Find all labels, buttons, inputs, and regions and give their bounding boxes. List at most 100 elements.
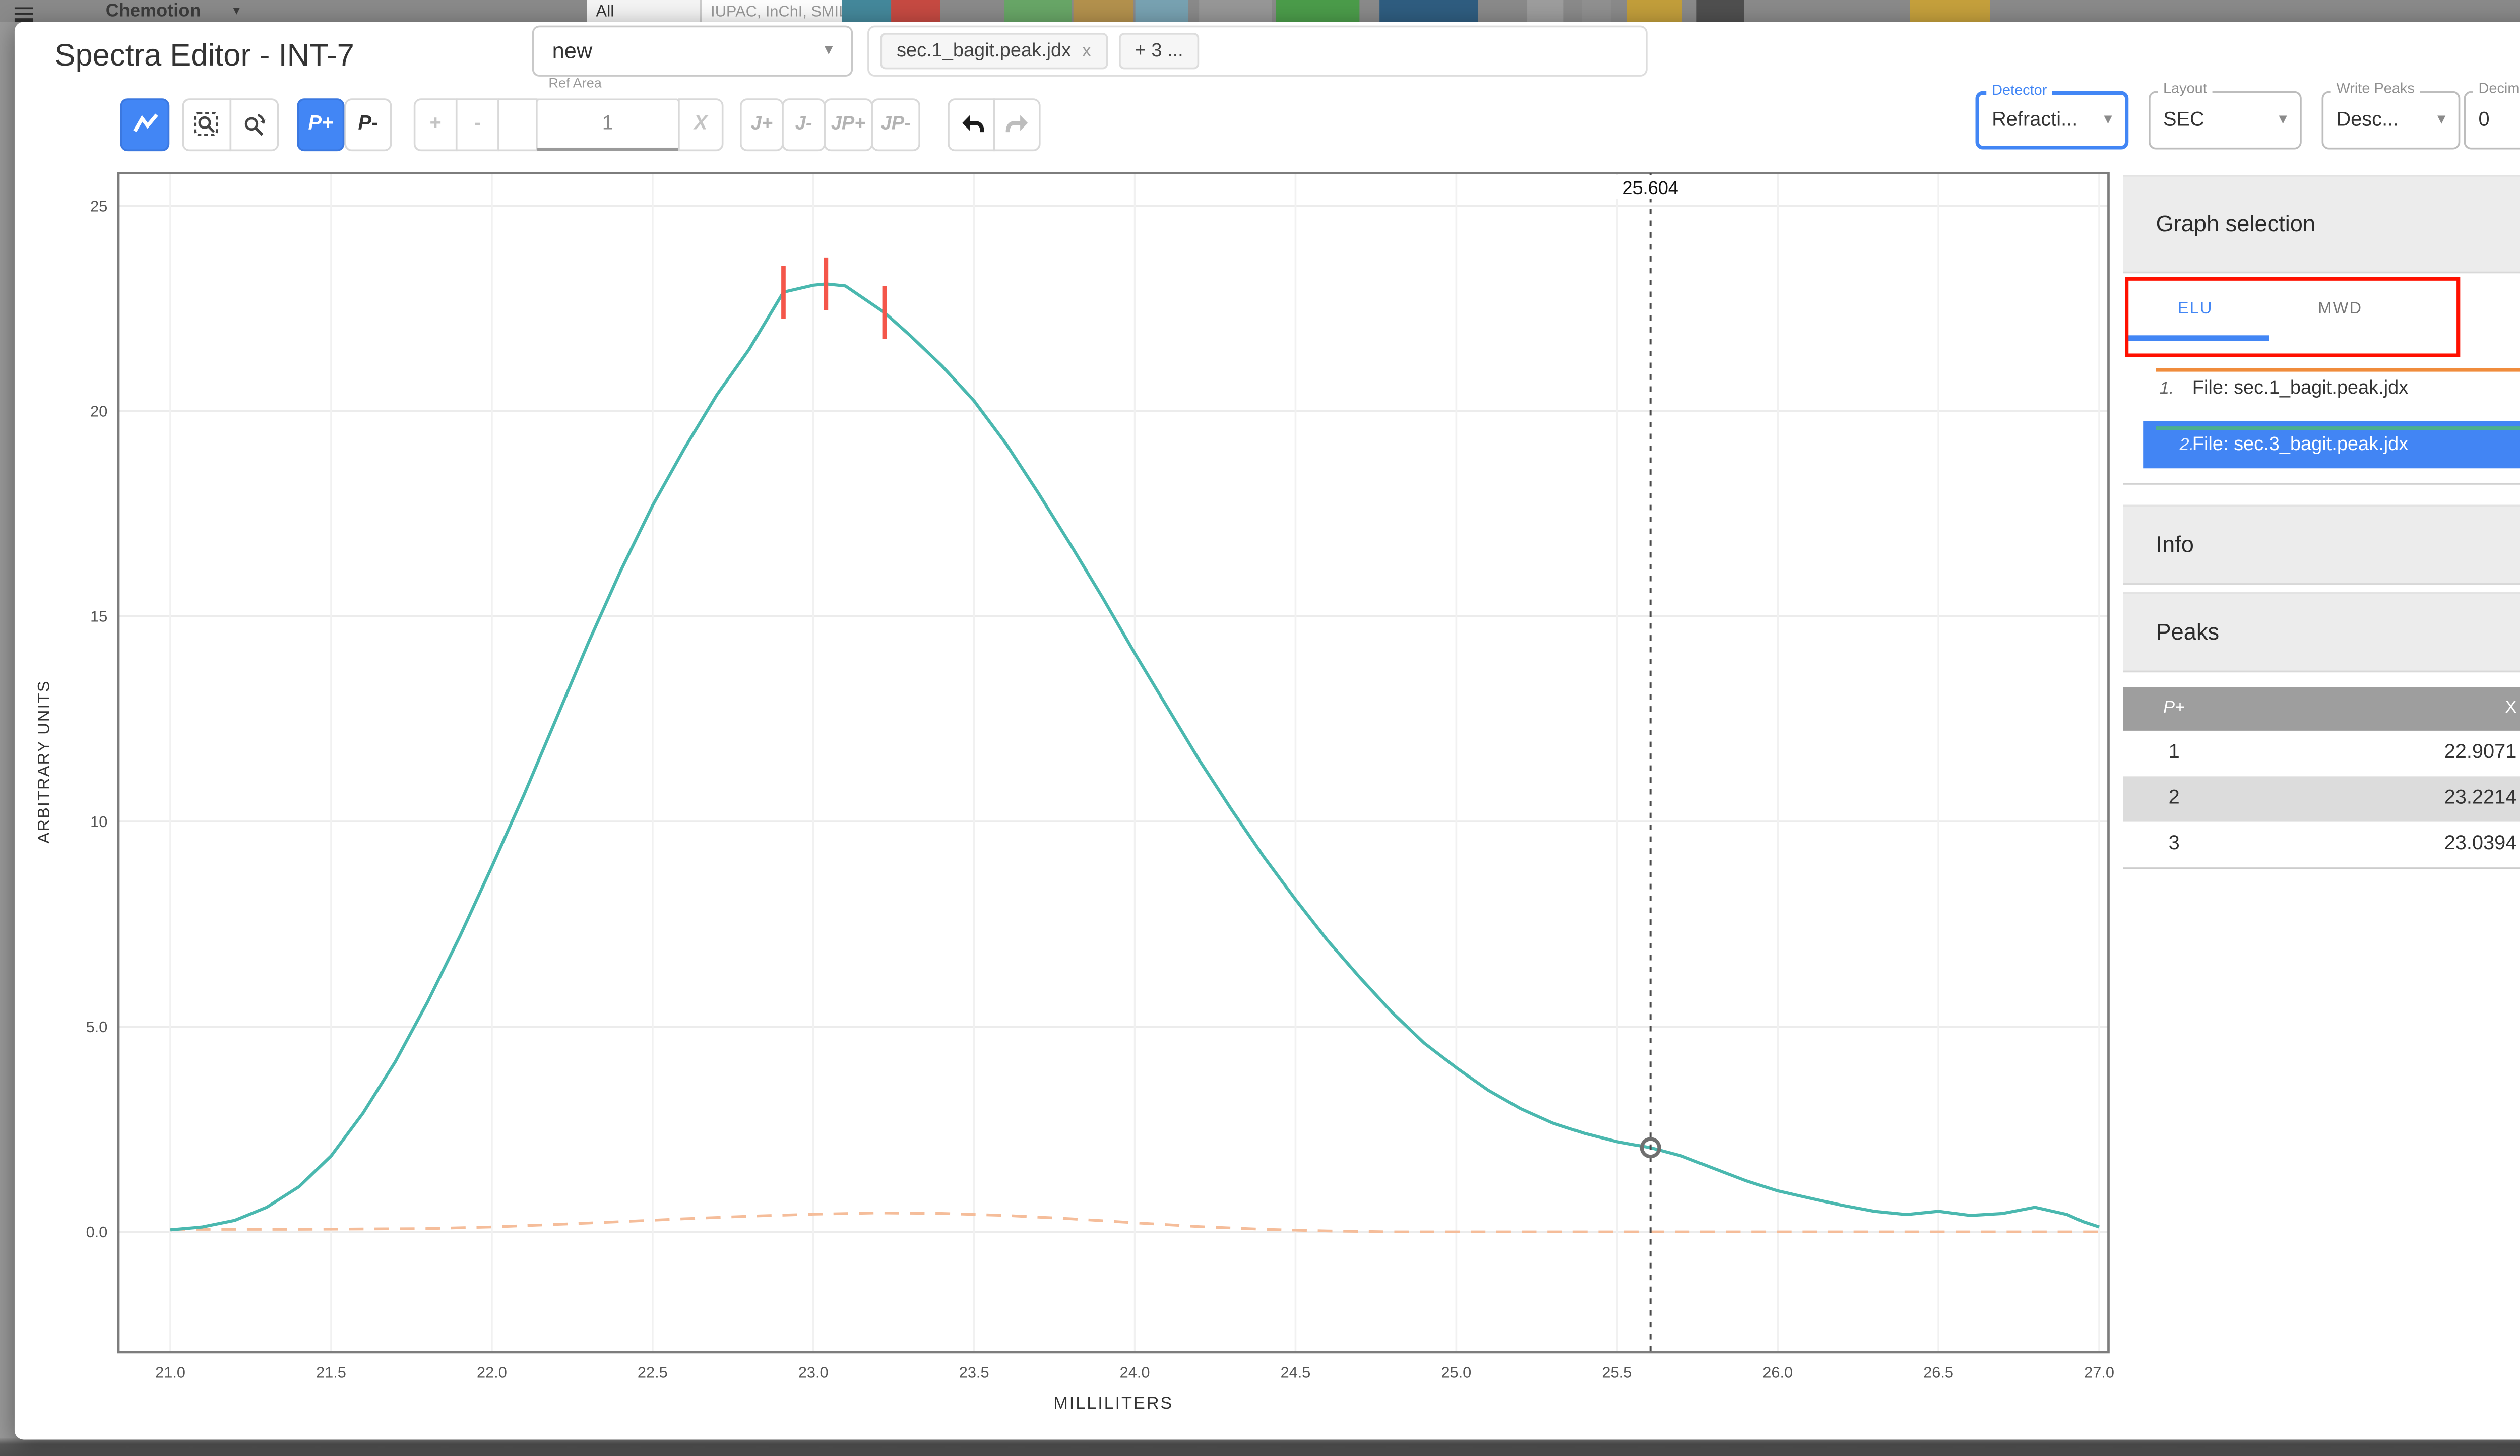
annotation-highlight <box>2125 276 2461 356</box>
chevron-down-icon: ▾ <box>233 5 240 19</box>
jp-remove-button[interactable]: JP- <box>871 97 920 151</box>
background-toolbar-button[interactable] <box>1582 0 1611 22</box>
svg-text:10: 10 <box>90 812 107 830</box>
svg-text:21.0: 21.0 <box>155 1363 185 1380</box>
zoom-area-icon <box>194 111 218 135</box>
chevron-down-icon: ▾ <box>2279 109 2287 128</box>
peaks-table-header: P+ X Y - <box>2123 686 2520 730</box>
integration-remove-button[interactable]: - <box>455 97 499 151</box>
svg-text:22.5: 22.5 <box>638 1363 668 1380</box>
decimal-select[interactable]: Decimal0▾ <box>2464 79 2520 149</box>
layout-select[interactable]: Layout SEC ▾ <box>2149 79 2302 149</box>
svg-text:0.0: 0.0 <box>86 1222 108 1240</box>
column-header-index: P+ <box>2163 698 2185 718</box>
redo-icon <box>1004 115 1027 133</box>
preset-select-value: new <box>552 37 593 63</box>
background-footer-bar <box>0 1437 2520 1456</box>
svg-text:25.5: 25.5 <box>1602 1363 1632 1380</box>
file-label: File: sec.1_bagit.peak.jdx <box>2192 377 2409 399</box>
background-toolbar-button[interactable] <box>1276 0 1360 22</box>
svg-text:23.0: 23.0 <box>798 1363 829 1380</box>
file-chip-label: + 3 ... <box>1135 39 1183 61</box>
info-header[interactable]: Info <box>2123 503 2520 584</box>
series-color-line <box>2156 425 2520 430</box>
detector-select[interactable]: Detector Refracti... ▾ <box>1975 81 2129 149</box>
svg-text:24.0: 24.0 <box>1120 1363 1150 1380</box>
layout-select-value: SEC <box>2163 108 2204 131</box>
remove-chip-icon[interactable]: x <box>1082 41 1091 61</box>
file-chip[interactable]: + 3 ... <box>1118 32 1200 69</box>
peak-x-value: 23.0394 <box>2444 833 2517 855</box>
svg-text:20: 20 <box>90 402 107 419</box>
file-list-item[interactable]: 2. File: sec.3_bagit.peak.jdx <box>2143 420 2520 468</box>
j-add-button[interactable]: J+ <box>740 97 784 151</box>
undo-icon <box>961 115 984 133</box>
background-toolbar-button[interactable] <box>1527 0 1564 22</box>
background-search-input[interactable]: IUPAC, InChI, SMILES, RIn <box>702 0 860 22</box>
peak-row: 223.22142.24e+1✕ <box>2123 775 2520 821</box>
peak-remove-button[interactable]: P- <box>344 97 392 151</box>
integration-add-button[interactable]: + <box>413 97 458 151</box>
background-toolbar-button[interactable] <box>1696 0 1744 22</box>
ref-area-input[interactable] <box>536 97 680 151</box>
zoom-reset-button[interactable] <box>229 97 279 151</box>
detector-select-label: Detector <box>1986 81 2053 98</box>
background-brand[interactable]: Chemotion <box>106 0 201 22</box>
file-list: 1. File: sec.1_bagit.peak.jdx 2. File: sec.… <box>2123 363 2520 468</box>
svg-text:5.0: 5.0 <box>86 1017 108 1035</box>
svg-text:25: 25 <box>90 197 107 214</box>
svg-text:22.0: 22.0 <box>477 1363 507 1380</box>
svg-text:MILLILITERS: MILLILITERS <box>1053 1392 1173 1412</box>
peaks-header[interactable]: Peaks <box>2123 591 2520 672</box>
graph-selection-tabs: ELU MWD <box>2123 272 2520 364</box>
decimal-select-value: 0 <box>2478 108 2490 131</box>
background-search-button[interactable] <box>842 0 892 22</box>
svg-text:26.0: 26.0 <box>1762 1363 1793 1380</box>
redo-button[interactable] <box>993 97 1041 151</box>
peak-index: 2 <box>2168 787 2180 809</box>
spectrum-chart[interactable]: 25.604 21.0 21.5 22.0 22.5 23.0 23.5 24.0 24.5 25… <box>33 149 2119 1424</box>
undo-button[interactable] <box>948 97 995 151</box>
background-toolbar-button[interactable] <box>1910 0 1990 22</box>
series-color-line <box>2156 367 2520 372</box>
background-toolbar-button[interactable] <box>1073 0 1134 22</box>
zoom-select-button[interactable] <box>182 97 232 151</box>
menu-icon[interactable] <box>14 4 33 22</box>
chevron-down-icon: ▾ <box>2437 109 2446 128</box>
background-toolbar-button[interactable] <box>1379 0 1478 22</box>
graph-selection-title: Graph selection <box>2156 210 2316 236</box>
svg-text:25.604: 25.604 <box>1622 176 1678 197</box>
file-list-item[interactable]: 1. File: sec.1_bagit.peak.jdx <box>2123 363 2520 413</box>
background-toolbar-button[interactable] <box>1627 0 1682 22</box>
preset-select[interactable]: new ▾ <box>532 24 853 76</box>
page-title: Spectra Editor - INT-7 <box>54 37 354 72</box>
write-peaks-select-label: Write Peaks <box>2330 79 2420 96</box>
detector-select-value: Refracti... <box>1992 108 2078 131</box>
j-remove-button[interactable]: J- <box>782 97 826 151</box>
peak-index: 1 <box>2168 741 2180 764</box>
graph-selection-header[interactable]: Graph selection <box>2123 174 2520 273</box>
side-panel: Graph selection ELU MWD 1. File: sec.1_ba… <box>2123 174 2520 868</box>
peak-row: 323.03942.31e+1✕ <box>2123 820 2520 867</box>
integration-clear-button[interactable]: X <box>678 97 724 151</box>
file-chip[interactable]: sec.1_bagit.peak.jdx x <box>880 32 1108 69</box>
svg-text:26.5: 26.5 <box>1923 1363 1954 1380</box>
background-toolbar-button[interactable] <box>1199 0 1272 22</box>
peak-add-button[interactable]: P+ <box>297 97 345 151</box>
background-search-scope[interactable]: All <box>587 0 702 22</box>
svg-text:24.5: 24.5 <box>1281 1363 1311 1380</box>
zoom-reset-icon <box>244 113 266 135</box>
background-toolbar-button[interactable] <box>1004 0 1072 22</box>
peak-x-value: 22.9071 <box>2444 741 2517 764</box>
line-spectrum-button[interactable] <box>120 97 170 151</box>
svg-text:21.5: 21.5 <box>316 1363 346 1380</box>
screen: Chemotion ▾ All IUPAC, InChI, SMILES, RI… <box>0 0 2520 1456</box>
ref-area-label: Ref Area <box>548 74 602 90</box>
file-chips-field[interactable]: sec.1_bagit.peak.jdx x + 3 ... <box>867 24 1648 76</box>
write-peaks-select-value: Desc... <box>2336 108 2399 131</box>
background-toolbar-button[interactable] <box>1135 0 1188 22</box>
jp-add-button[interactable]: JP+ <box>824 97 873 151</box>
peaks-table: P+ X Y - 122.90712.29e+1✕223.22142.24e+1… <box>2123 686 2520 868</box>
write-peaks-select[interactable]: Write Peaks Desc... ▾ <box>2321 79 2461 149</box>
background-clear-button[interactable] <box>891 0 940 22</box>
